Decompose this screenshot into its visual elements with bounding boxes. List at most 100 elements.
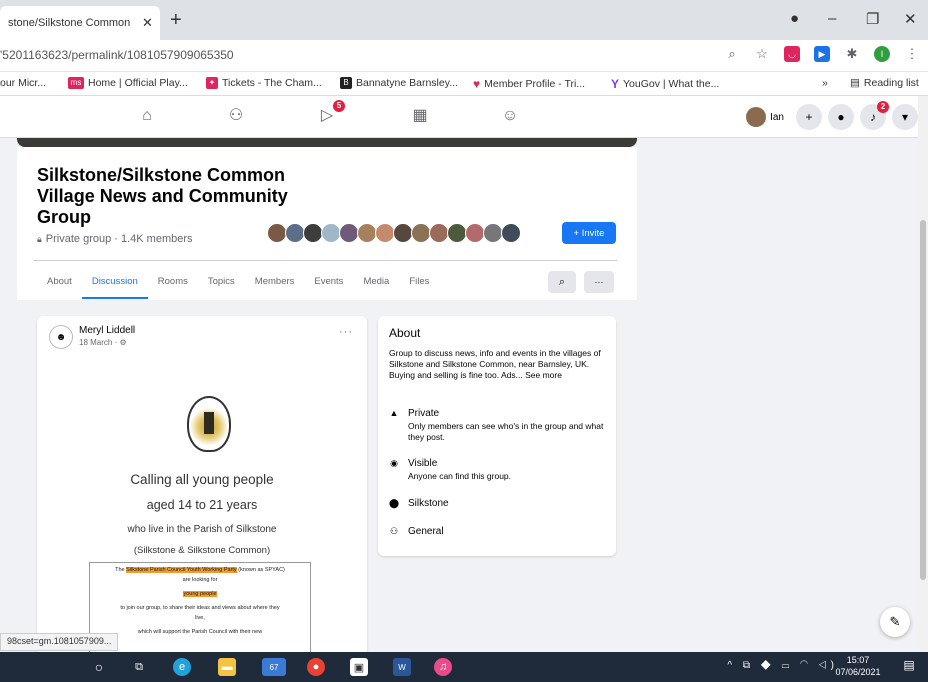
cover-photo bbox=[17, 138, 637, 147]
bookmark-item[interactable]: ms Home | Official Play... bbox=[68, 77, 188, 89]
avatar bbox=[746, 107, 767, 127]
doc-line: live, bbox=[195, 615, 205, 621]
tickets-icon: ✦ bbox=[206, 77, 218, 89]
invite-button[interactable]: + Invite bbox=[562, 222, 616, 244]
tab-members[interactable]: Members bbox=[245, 264, 305, 299]
restore-button[interactable]: ❐ bbox=[866, 10, 879, 28]
search-icon[interactable]: ⌕ bbox=[548, 271, 576, 293]
home-icon[interactable]: ⌂ bbox=[137, 106, 157, 126]
chrome-profile-icon[interactable]: ● bbox=[790, 10, 799, 27]
facebook-top-nav: ⌂ ⚇ ▷ 5 ▦ ☺ Ian + ● ♪ 2 ▾ bbox=[0, 96, 928, 138]
poster-age-range: aged 14 to 21 years bbox=[146, 498, 258, 512]
extension-pocket-icon[interactable]: ◡ bbox=[784, 46, 800, 62]
groups-icon[interactable]: ☺ bbox=[500, 106, 520, 126]
url-field[interactable]: '5201163623/permalink/1081057909065350 bbox=[0, 48, 234, 62]
bannatyne-icon: B bbox=[340, 77, 352, 89]
nav-right-actions: Ian + ● ♪ 2 ▾ bbox=[746, 101, 918, 130]
doc-line: young people bbox=[183, 591, 217, 597]
post-date[interactable]: 18 March · ⚙ bbox=[79, 338, 127, 347]
bookmarks-overflow-button[interactable]: » bbox=[822, 77, 828, 89]
bookmark-item[interactable]: Y YouGov | What the... bbox=[611, 77, 719, 91]
new-message-button[interactable]: ✎ bbox=[880, 607, 910, 637]
itunes-icon[interactable]: ♫ bbox=[434, 658, 452, 676]
close-tab-icon[interactable]: ✕ bbox=[142, 15, 153, 31]
profile-avatar-icon[interactable]: I bbox=[874, 46, 890, 62]
bookmark-item[interactable]: ✦ Tickets - The Cham... bbox=[206, 77, 322, 89]
notifications-bell-icon[interactable]: ♪ 2 bbox=[860, 101, 889, 130]
member-avatars[interactable] bbox=[267, 223, 521, 243]
notification-badge: 2 bbox=[877, 101, 889, 113]
new-tab-button[interactable]: + bbox=[170, 10, 182, 30]
friends-icon[interactable]: ⚇ bbox=[226, 106, 246, 126]
profile-chip[interactable]: Ian bbox=[746, 107, 790, 127]
location-row[interactable]: ⬤ Silkstone bbox=[389, 498, 449, 509]
more-options-button[interactable]: ··· bbox=[584, 271, 614, 293]
address-bar: '5201163623/permalink/1081057909065350 ⌕… bbox=[0, 40, 928, 72]
chrome-icon[interactable]: ● bbox=[307, 658, 325, 676]
poster-parish: who live in the Parish of Silkstone bbox=[127, 524, 277, 535]
poster-headline: Calling all young people bbox=[130, 472, 274, 487]
eye-icon: ◉ bbox=[390, 458, 398, 468]
bookmark-item[interactable]: ♥ Member Profile - Tri... bbox=[473, 77, 585, 91]
yougov-icon: Y bbox=[611, 77, 620, 91]
tab-events[interactable]: Events bbox=[304, 264, 353, 299]
store-icon[interactable]: ▣ bbox=[350, 658, 368, 676]
edge-icon[interactable]: e bbox=[173, 658, 191, 676]
post-author[interactable]: Meryl Liddell bbox=[79, 325, 135, 336]
tab-discussion[interactable]: Discussion bbox=[81, 264, 148, 299]
account-chevron-icon[interactable]: ▾ bbox=[892, 104, 918, 130]
bookmarks-bar: our Micr... ms Home | Official Play... ✦… bbox=[0, 72, 928, 96]
create-button[interactable]: + bbox=[796, 104, 822, 130]
doc-line: are looking for bbox=[182, 577, 218, 583]
playstation-icon: ms bbox=[68, 77, 84, 89]
close-window-button[interactable]: ✕ bbox=[904, 10, 917, 28]
poster-document: The Silkstone Parish Council Youth Worki… bbox=[89, 562, 311, 656]
reading-list-icon: ▤ bbox=[850, 77, 860, 89]
reading-list-button[interactable]: ▤ Reading list bbox=[850, 77, 919, 89]
about-title: About bbox=[389, 326, 421, 340]
file-explorer-icon[interactable]: ▬ bbox=[218, 658, 236, 676]
tab-media[interactable]: Media bbox=[353, 264, 399, 299]
search-icon[interactable]: ○ bbox=[90, 658, 108, 676]
minimize-button[interactable]: – bbox=[828, 10, 836, 27]
scrollbar[interactable] bbox=[918, 96, 928, 652]
messenger-icon[interactable]: ● bbox=[828, 104, 854, 130]
divider bbox=[33, 260, 617, 261]
tab-files[interactable]: Files bbox=[399, 264, 439, 299]
marketplace-icon[interactable]: ▦ bbox=[410, 106, 430, 126]
group-tabs: About Discussion Rooms Topics Members Ev… bbox=[37, 264, 439, 299]
tab-topics[interactable]: Topics bbox=[198, 264, 245, 299]
privacy-row: ▲ Private Only members can see who's in … bbox=[389, 408, 604, 442]
location-pin-icon: ⬤ bbox=[389, 498, 400, 508]
doc-line: The Silkstone Parish Council Youth Worki… bbox=[115, 567, 285, 573]
visibility-row: ◉ Visible Anyone can find this group. bbox=[390, 458, 512, 481]
scroll-thumb[interactable] bbox=[920, 220, 926, 580]
browser-tab[interactable]: stone/Silkstone Common ✕ bbox=[0, 6, 160, 40]
group-header: Silkstone/Silkstone Common Village News … bbox=[17, 147, 637, 300]
tab-about[interactable]: About bbox=[37, 264, 82, 299]
browser-tab-bar: stone/Silkstone Common ✕ + ● – ❐ ✕ bbox=[0, 0, 928, 40]
watch-icon[interactable]: ▷ 5 bbox=[317, 100, 345, 126]
windows-taskbar: ○ ⧉ e ▬ 67 ● ▣ W ♫ ^ ⧉ ◆ ▭ ◠ ◁) 15:07 07… bbox=[0, 652, 928, 682]
avatar[interactable]: ☻ bbox=[49, 325, 73, 349]
bookmark-item[interactable]: B Bannatyne Barnsley... bbox=[340, 77, 458, 89]
task-view-icon[interactable]: ⧉ bbox=[130, 658, 148, 676]
menu-kebab-icon[interactable]: ⋮ bbox=[904, 46, 920, 62]
tab-title: stone/Silkstone Common bbox=[8, 17, 131, 29]
heart-icon: ♥ bbox=[473, 77, 481, 91]
post-more-icon[interactable]: ··· bbox=[339, 326, 353, 338]
action-center-icon[interactable]: ▤ bbox=[900, 658, 918, 676]
word-icon[interactable]: W bbox=[393, 658, 411, 676]
lock-icon: ▲ bbox=[389, 408, 399, 418]
mail-icon[interactable]: 67 bbox=[262, 658, 286, 676]
group-meta: 🔒︎ Private group · 1.4K members bbox=[37, 233, 193, 245]
bookmark-item[interactable]: our Micr... bbox=[0, 77, 46, 89]
clock[interactable]: 15:07 07/06/2021 bbox=[834, 654, 882, 678]
extension-video-icon[interactable]: ▶ bbox=[814, 46, 830, 62]
tab-rooms[interactable]: Rooms bbox=[148, 264, 198, 299]
post-card: ☻ Meryl Liddell 18 March · ⚙ ··· Calling… bbox=[37, 316, 367, 656]
zoom-icon[interactable]: ⌕ bbox=[724, 46, 740, 62]
bookmark-star-icon[interactable]: ☆ bbox=[754, 46, 770, 62]
extensions-puzzle-icon[interactable]: ✱ bbox=[844, 46, 860, 62]
system-tray[interactable]: ^ ⧉ ◆ ▭ ◠ ◁) bbox=[727, 660, 838, 671]
